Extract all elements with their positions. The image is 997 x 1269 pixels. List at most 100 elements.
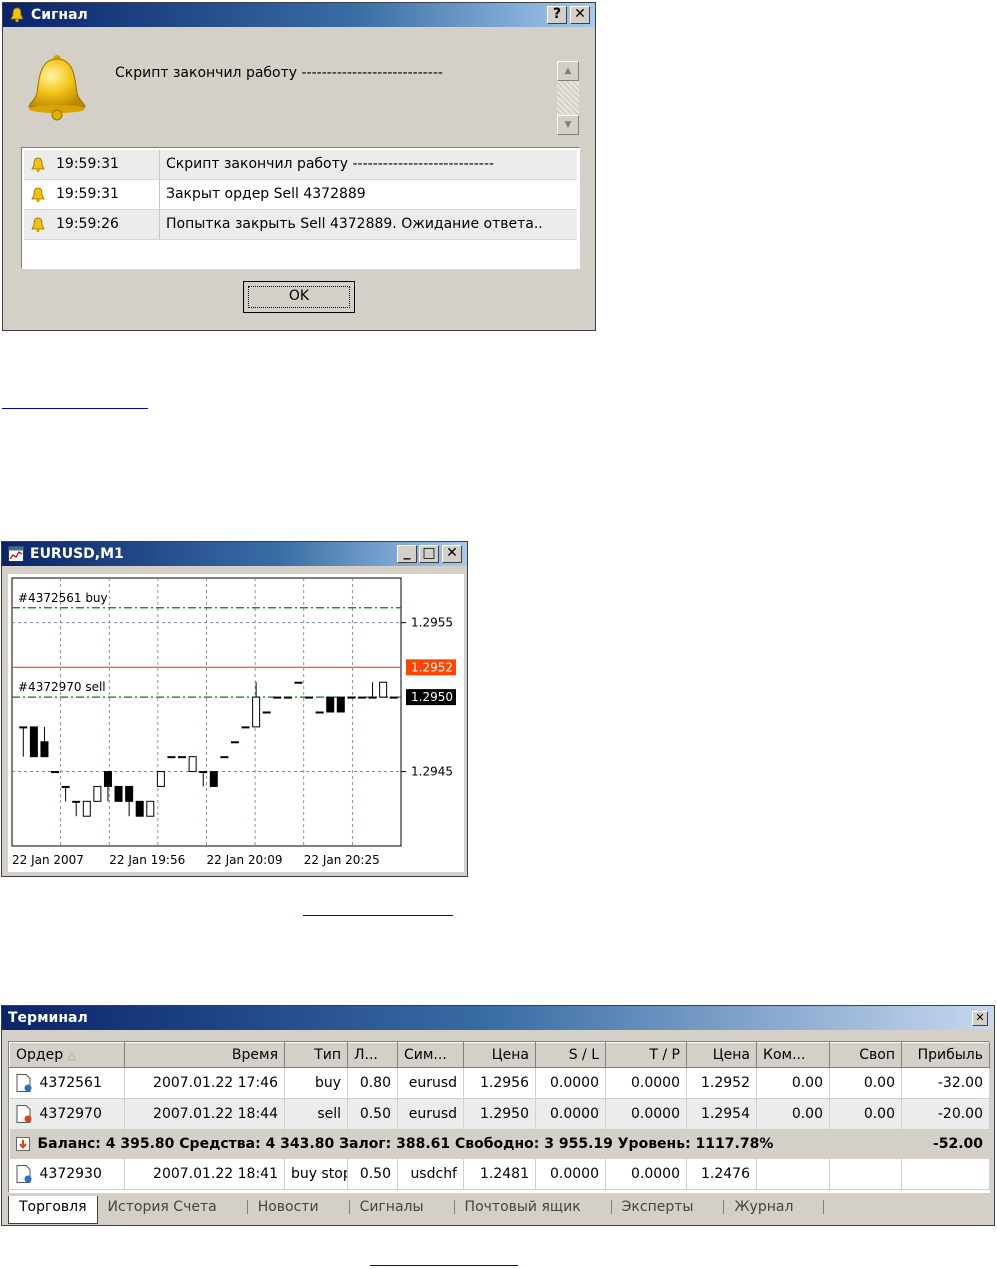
link-underline[interactable] [303, 915, 453, 916]
alert-titlebar[interactable]: Сигнал ? ✕ [3, 3, 595, 27]
candle-body [199, 771, 208, 774]
column-header[interactable]: T / P [605, 1042, 687, 1068]
terminal-titlebar[interactable]: Терминал ✕ [2, 1006, 994, 1030]
chart-area[interactable]: 1.2955 1.2945 #4372561 buy #4372970 sell 1.2… [8, 574, 464, 872]
table-cell: usdchf [397, 1158, 464, 1190]
help-button[interactable]: ? [547, 6, 567, 24]
terminal-window: Терминал ✕ Ордер △ Время Тип Л... Сим...… [1, 1005, 995, 1226]
column-header[interactable]: Цена [686, 1042, 757, 1068]
table-cell: 0.0000 [605, 1098, 687, 1130]
table-cell: 1.2956 [463, 1067, 536, 1099]
candle-body [379, 681, 388, 698]
arrow-down-icon [15, 1137, 30, 1151]
table-cell: eurusd [397, 1098, 464, 1130]
column-header[interactable]: Цена [463, 1042, 536, 1068]
alert-message: Скрипт закончил работу -----------------… [115, 65, 443, 81]
column-header-order[interactable]: Ордер △ [9, 1042, 125, 1068]
log-text: Скрипт закончил работу -----------------… [166, 156, 494, 172]
column-header[interactable]: Тип [284, 1042, 348, 1068]
table-cell [829, 1158, 902, 1190]
order-doc-icon [16, 1105, 31, 1123]
link-underline[interactable] [370, 1265, 518, 1266]
table-cell: -20.00 [901, 1098, 990, 1130]
close-button[interactable]: ✕ [570, 6, 590, 24]
table-cell: buy [284, 1067, 348, 1099]
column-header[interactable]: S / L [535, 1042, 606, 1068]
order-cell: 4372561 [9, 1067, 125, 1099]
balance-row[interactable]: Баланс: 4 395.80 Средства: 4 343.80 Зало… [9, 1129, 990, 1159]
tab-divider [703, 1200, 725, 1214]
ok-button[interactable]: OK [243, 281, 355, 313]
message-scrollbar[interactable]: ▲ ▼ [557, 61, 579, 135]
tab-experts[interactable]: Эксперты [612, 1196, 704, 1221]
bell-icon [31, 187, 45, 203]
table-cell [756, 1158, 830, 1190]
chart-titlebar[interactable]: EURUSD,M1 _ □ ✕ [2, 542, 467, 566]
table-cell: 1.2476 [686, 1158, 757, 1190]
order-cell: 4372930 [9, 1158, 125, 1190]
bell-icon [31, 217, 45, 233]
candle-body [357, 696, 366, 699]
column-header[interactable]: Л... [347, 1042, 398, 1068]
list-item[interactable]: 19:59:31 Скрипт закончил работу --------… [24, 150, 577, 180]
column-header[interactable]: Сим... [397, 1042, 464, 1068]
bell-icon [31, 157, 45, 173]
y-tick-label: 1.2945 [411, 765, 453, 779]
tab-journal[interactable]: Журнал [724, 1196, 803, 1221]
alert-dialog: Сигнал ? ✕ Скрипт закончил работу ------… [2, 2, 596, 331]
table-cell: eurusd [397, 1067, 464, 1099]
table-cell: buy stop [284, 1158, 348, 1190]
close-button[interactable]: ✕ [442, 545, 462, 563]
scroll-down-arrow-icon[interactable]: ▼ [557, 115, 579, 135]
tab-signals[interactable]: Сигналы [350, 1196, 434, 1221]
candle-body [241, 726, 250, 729]
log-time: 19:59:31 [56, 156, 119, 172]
list-item[interactable]: 19:59:26 Попытка закрыть Sell 4372889. О… [24, 210, 577, 240]
candle-body [178, 756, 187, 759]
table-cell: 0.00 [829, 1098, 902, 1130]
tab-account-history[interactable]: История Счета [98, 1196, 227, 1221]
table-cell: 1.2952 [686, 1067, 757, 1099]
candle-body [305, 696, 314, 699]
log-time: 19:59:26 [56, 216, 119, 232]
candlestick-chart[interactable]: 1.2955 1.2945 #4372561 buy #4372970 sell 1.2… [8, 574, 464, 872]
table-cell: 0.50 [347, 1158, 398, 1190]
candle-body [135, 800, 144, 817]
scroll-track[interactable] [557, 81, 579, 115]
tab-divider [803, 1200, 825, 1214]
candle-body [315, 711, 324, 714]
column-header[interactable]: Время [124, 1042, 285, 1068]
table-cell: 0.00 [756, 1067, 830, 1099]
tab-divider [227, 1200, 248, 1214]
tab-trade[interactable]: Торговля [8, 1196, 98, 1224]
price-badge-label: 1.2952 [411, 660, 453, 674]
table-row[interactable]: 4372561 2007.01.22 17:46 buy 0.80 eurusd… [9, 1067, 990, 1099]
maximize-button[interactable]: □ [419, 545, 439, 563]
column-header[interactable]: Своп [829, 1042, 902, 1068]
order-line-label: #4372970 sell [18, 680, 106, 694]
table-row[interactable]: 4372930 2007.01.22 18:41 buy stop 0.50 u… [9, 1158, 990, 1190]
column-header[interactable]: Прибыль [901, 1042, 990, 1068]
table-cell: 0.0000 [535, 1098, 606, 1130]
table-cell: 0.50 [347, 1098, 398, 1130]
table-cell: 0.00 [756, 1098, 830, 1130]
column-header[interactable]: Ком... [756, 1042, 830, 1068]
candle-body [230, 741, 239, 744]
candle-body [156, 771, 165, 787]
link-underline[interactable] [2, 408, 148, 409]
list-item[interactable]: 19:59:31 Закрыт ордер Sell 4372889 [24, 180, 577, 210]
table-row[interactable]: 4372970 2007.01.22 18:44 sell 0.50 eurus… [9, 1098, 990, 1130]
minimize-button[interactable]: _ [397, 545, 417, 563]
table-cell [901, 1158, 990, 1190]
candle-body [389, 696, 398, 699]
terminal-title: Терминал [8, 1010, 88, 1026]
chart-title: EURUSD,M1 [30, 546, 124, 562]
table-cell: 1.2954 [686, 1098, 757, 1130]
tab-news[interactable]: Новости [248, 1196, 329, 1221]
candle-body [93, 785, 102, 802]
close-button[interactable]: ✕ [972, 1011, 988, 1026]
terminal-tabs: Торговля История Счета Новости Сигналы П… [8, 1196, 825, 1224]
tab-mailbox[interactable]: Почтовый ящик [455, 1196, 591, 1221]
scroll-up-arrow-icon[interactable]: ▲ [557, 61, 579, 81]
candle-body [326, 696, 335, 713]
